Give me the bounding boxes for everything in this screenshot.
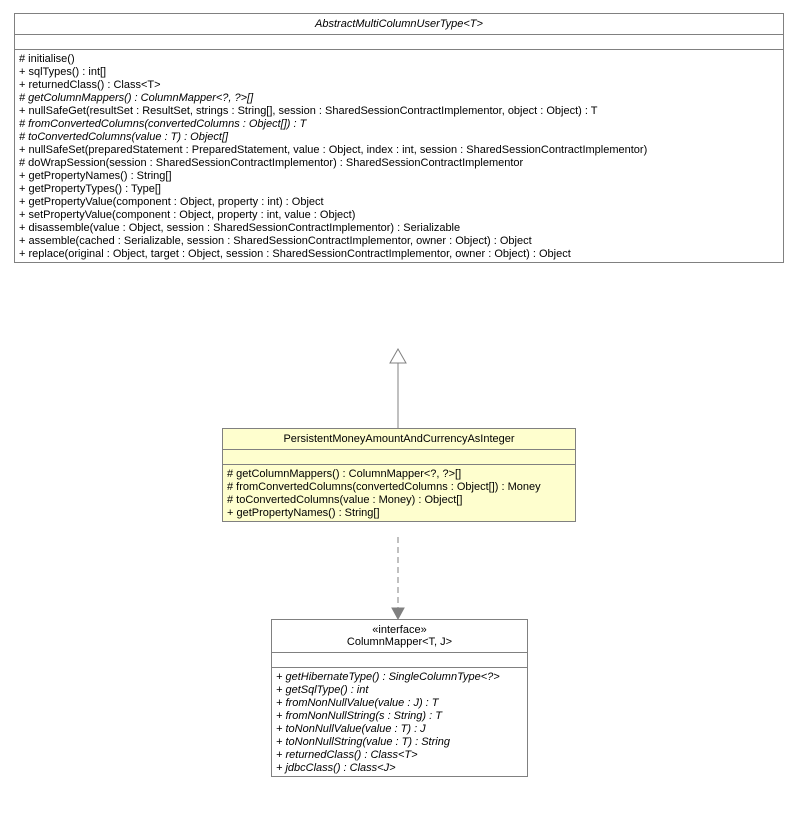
- operation: + fromNonNullString(s : String) : T: [276, 709, 523, 722]
- uml-diagram: AbstractMultiColumnUserType<T> # initial…: [10, 10, 786, 807]
- operation: + getPropertyNames() : String[]: [19, 169, 779, 182]
- operation: + jdbcClass() : Class<J>: [276, 761, 523, 774]
- operations-compartment: + getHibernateType() : SingleColumnType<…: [272, 668, 527, 776]
- operation: + getSqlType() : int: [276, 683, 523, 696]
- attributes-compartment: [15, 35, 783, 50]
- operation: + nullSafeSet(preparedStatement : Prepar…: [19, 143, 779, 156]
- class-title: PersistentMoneyAmountAndCurrencyAsIntege…: [223, 429, 575, 450]
- operations-compartment: # initialise() + sqlTypes() : int[] + re…: [15, 50, 783, 262]
- generalization-arrowhead-icon: [390, 349, 406, 363]
- operation: + getPropertyValue(component : Object, p…: [19, 195, 779, 208]
- operation: + disassemble(value : Object, session : …: [19, 221, 779, 234]
- operation: + setPropertyValue(component : Object, p…: [19, 208, 779, 221]
- operation: + assemble(cached : Serializable, sessio…: [19, 234, 779, 247]
- class-column-mapper: «interface» ColumnMapper<T, J> + getHibe…: [271, 619, 528, 777]
- operation: + sqlTypes() : int[]: [19, 65, 779, 78]
- operations-compartment: # getColumnMappers() : ColumnMapper<?, ?…: [223, 465, 575, 521]
- operation: # toConvertedColumns(value : Money) : Ob…: [227, 493, 571, 506]
- operation: # doWrapSession(session : SharedSessionC…: [19, 156, 779, 169]
- class-title: «interface» ColumnMapper<T, J>: [272, 620, 527, 653]
- operation: # getColumnMappers() : ColumnMapper<?, ?…: [19, 91, 779, 104]
- operation: + getPropertyTypes() : Type[]: [19, 182, 779, 195]
- class-name: ColumnMapper<T, J>: [278, 636, 521, 648]
- attributes-compartment: [223, 450, 575, 465]
- attributes-compartment: [272, 653, 527, 668]
- operation: + returnedClass() : Class<T>: [276, 748, 523, 761]
- operation: # getColumnMappers() : ColumnMapper<?, ?…: [227, 467, 571, 480]
- operation: + returnedClass() : Class<T>: [19, 78, 779, 91]
- operation: # initialise(): [19, 52, 779, 65]
- operation: # fromConvertedColumns(convertedColumns …: [227, 480, 571, 493]
- stereotype: «interface»: [278, 624, 521, 636]
- operation: + replace(original : Object, target : Ob…: [19, 247, 779, 260]
- operation: + nullSafeGet(resultSet : ResultSet, str…: [19, 104, 779, 117]
- operation: + getHibernateType() : SingleColumnType<…: [276, 670, 523, 683]
- operation: + toNonNullValue(value : T) : J: [276, 722, 523, 735]
- operation: + getPropertyNames() : String[]: [227, 506, 571, 519]
- operation: # toConvertedColumns(value : T) : Object…: [19, 130, 779, 143]
- operation: # fromConvertedColumns(convertedColumns …: [19, 117, 779, 130]
- operation: + fromNonNullValue(value : J) : T: [276, 696, 523, 709]
- class-abstract-multicolumn-usertype: AbstractMultiColumnUserType<T> # initial…: [14, 13, 784, 263]
- operation: + toNonNullString(value : T) : String: [276, 735, 523, 748]
- class-persistent-money: PersistentMoneyAmountAndCurrencyAsIntege…: [222, 428, 576, 522]
- class-title: AbstractMultiColumnUserType<T>: [15, 14, 783, 35]
- dependency-arrowhead-icon: [392, 608, 404, 619]
